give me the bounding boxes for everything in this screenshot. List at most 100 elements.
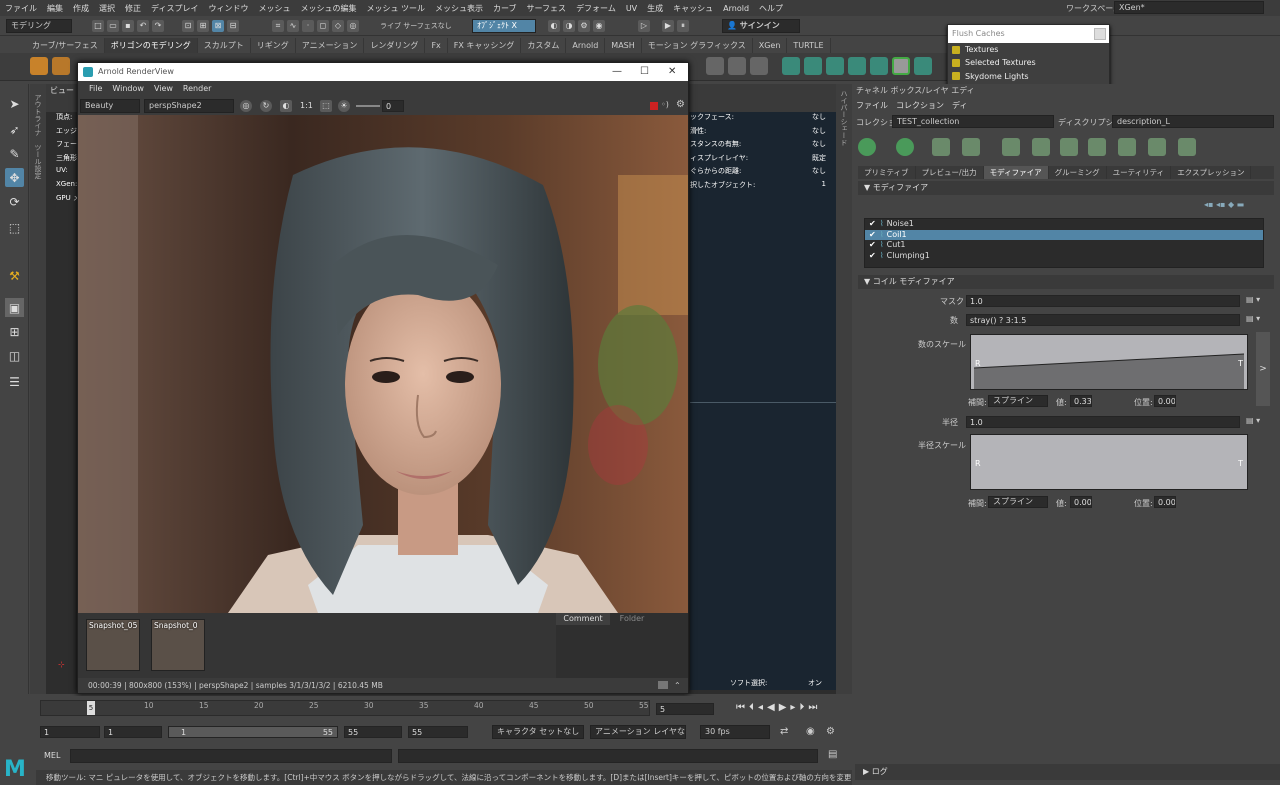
exposure-field[interactable]: 0 xyxy=(382,100,404,112)
tab-comment[interactable]: Comment xyxy=(556,613,610,625)
aov-dropdown[interactable]: Beauty xyxy=(80,99,140,113)
menu-item[interactable]: ファイル xyxy=(0,3,42,14)
menu-item[interactable]: ディスプレイ xyxy=(146,3,203,14)
position-field-2[interactable]: 0.000 xyxy=(1154,496,1176,508)
menu-item[interactable]: メッシュ ツール xyxy=(361,3,430,14)
xgen-subtab[interactable]: プレビュー/出力 xyxy=(916,166,984,179)
menu-item[interactable]: Arnold xyxy=(718,4,754,13)
menu-item[interactable]: カーブ xyxy=(488,3,522,14)
menu-item[interactable]: メッシュ表示 xyxy=(430,3,488,14)
render-view-titlebar[interactable]: Arnold RenderView — ☐ ✕ xyxy=(78,63,688,81)
render-view-menu-item[interactable]: Render xyxy=(178,81,216,97)
shelf-tab[interactable]: MASH xyxy=(605,38,642,53)
loop-icon[interactable]: ⇄ xyxy=(780,726,788,737)
snap-point-icon[interactable]: · xyxy=(302,20,314,32)
menu-item[interactable]: デフォーム xyxy=(571,3,621,14)
maximize-icon[interactable]: ☐ xyxy=(640,63,649,81)
anim-prefs-icon[interactable]: ⚙ xyxy=(826,726,835,737)
menu-item[interactable]: 編集 xyxy=(42,3,68,14)
xgen-subtab[interactable]: エクスプレッション xyxy=(1171,166,1252,179)
mel-label[interactable]: MEL xyxy=(44,751,60,760)
count-expression-icon[interactable]: ▤ ▾ xyxy=(1246,314,1260,323)
shelf-tab[interactable]: XGen xyxy=(753,38,788,53)
count-scale-expand-button[interactable]: > xyxy=(1256,332,1270,406)
shelf-tab[interactable]: アニメーション xyxy=(296,38,365,53)
curve-to-guide-icon[interactable] xyxy=(1118,138,1136,156)
select-object-icon[interactable]: ⊞ xyxy=(197,20,209,32)
pause-icon[interactable]: ⏸ xyxy=(677,20,689,32)
count-field[interactable]: stray() ? 3:1.5 xyxy=(966,314,1240,326)
bend-icon[interactable] xyxy=(728,57,746,75)
create-collection-icon[interactable] xyxy=(896,138,914,156)
position-field-1[interactable]: 0.003 xyxy=(1154,395,1176,407)
xgen-groom-icon[interactable] xyxy=(848,57,866,75)
close-icon[interactable]: ✕ xyxy=(668,63,676,81)
debug-icon[interactable]: ◦) xyxy=(661,100,669,109)
end-time-field[interactable]: 55 xyxy=(408,726,468,738)
xgen-subtab[interactable]: グルーミング xyxy=(1049,166,1107,179)
undo-icon[interactable]: ↶ xyxy=(137,20,149,32)
tab-folder[interactable]: Folder xyxy=(610,613,654,625)
auto-key-icon[interactable]: ◉ xyxy=(806,726,815,737)
interp-dropdown-1[interactable]: スプライン xyxy=(988,395,1048,407)
xgen-brush-icon[interactable] xyxy=(870,57,888,75)
fit-frame-icon[interactable]: ⬚ xyxy=(320,100,332,112)
modifier-item[interactable]: ✔ ⌇ Noise1 xyxy=(865,219,1263,230)
menu-item[interactable]: メッシュの編集 xyxy=(295,3,361,14)
move-tool-icon[interactable]: ✥ xyxy=(5,168,24,187)
lock-selection-icon[interactable]: ⊟ xyxy=(227,20,239,32)
shelf-tab[interactable]: スカルプト xyxy=(198,38,251,53)
checkbox-icon[interactable]: ✔ xyxy=(869,240,876,251)
select-hierarchy-icon[interactable]: ⊡ xyxy=(182,20,194,32)
log-panel-header[interactable]: ▶ ログ xyxy=(855,764,1280,780)
checkbox-icon[interactable]: ✔ xyxy=(869,219,876,230)
sign-in-dropdown[interactable]: 👤 サインイン xyxy=(722,19,800,33)
current-frame-marker[interactable]: 5 xyxy=(87,701,95,715)
menu-item[interactable]: UV xyxy=(621,4,642,13)
xgen-guides-icon[interactable] xyxy=(804,57,822,75)
close-icon[interactable] xyxy=(1094,28,1106,40)
radius-expression-icon[interactable]: ▤ ▾ xyxy=(1246,416,1260,425)
xgen-subtab[interactable]: プリミティブ xyxy=(858,166,916,179)
menu-item[interactable]: キャッシュ xyxy=(668,3,718,14)
viewport-view-menu[interactable]: ビュー xyxy=(50,85,74,96)
mode-dropdown[interactable]: モデリング xyxy=(6,19,72,33)
fps-dropdown[interactable]: 30 fps xyxy=(700,725,770,739)
add-guide-icon[interactable] xyxy=(1002,138,1020,156)
flush-cache-item[interactable]: Skydome Lights xyxy=(948,70,1109,83)
snap-surface-icon[interactable]: ◇ xyxy=(332,20,344,32)
exposure-icon[interactable]: ☀ xyxy=(338,100,350,112)
menu-item[interactable]: ヘルプ xyxy=(754,3,788,14)
time-slider-track[interactable]: 5101520253035404550555 xyxy=(40,700,650,716)
arnold-render-icon[interactable]: ▷ xyxy=(638,20,650,32)
camera-dropdown[interactable]: perspShape2 xyxy=(144,99,234,113)
shelf-tab[interactable]: FX キャッシング xyxy=(448,38,522,53)
shelf-tab[interactable]: ポリゴンのモデリング xyxy=(104,38,198,53)
primitive-tool-icon[interactable] xyxy=(932,138,950,156)
poly-sphere-icon[interactable] xyxy=(30,57,48,75)
collapse-icon[interactable]: ⌃ xyxy=(674,678,681,693)
checkbox-icon[interactable]: ✔ xyxy=(869,251,876,262)
exposure-slider[interactable] xyxy=(356,105,380,107)
menu-item[interactable]: メッシュ xyxy=(253,3,295,14)
flush-cache-item[interactable]: Selected Textures xyxy=(948,56,1109,69)
symmetry-dropdown[interactable]: ｵﾌﾞｼﾞｪｸﾄ X xyxy=(472,19,536,33)
groom-icon[interactable] xyxy=(1148,138,1166,156)
snap-curve-icon[interactable]: ∿ xyxy=(287,20,299,32)
single-view-icon[interactable]: ▣ xyxy=(5,298,24,317)
shelf-tab[interactable]: レンダリング xyxy=(364,38,426,53)
value-field-2[interactable]: 0.000 xyxy=(1070,496,1092,508)
sculpt-shelf-icon[interactable] xyxy=(750,57,768,75)
refresh-icon[interactable]: ↻ xyxy=(260,100,272,112)
scale-tool-icon[interactable]: ⬚ xyxy=(5,218,24,237)
modifier-toolbar-icons[interactable]: ◂▪ ◂▪ ◆ ▬ xyxy=(1204,200,1244,209)
checkbox-icon[interactable]: ✔ xyxy=(869,230,876,241)
snapshot-thumbnail[interactable]: Snapshot_05 xyxy=(86,619,140,671)
count-scale-ramp[interactable]: R T xyxy=(970,334,1248,390)
settings-gear-icon[interactable]: ⚙ xyxy=(676,99,685,110)
coil-section-header[interactable]: ▼ コイル モディファイア xyxy=(858,275,1274,289)
render-region-icon[interactable]: ◎ xyxy=(240,100,252,112)
current-frame-field[interactable]: 5 xyxy=(656,703,714,715)
radius-field[interactable]: 1.0 xyxy=(966,416,1240,428)
shelf-tab[interactable]: リギング xyxy=(251,38,296,53)
